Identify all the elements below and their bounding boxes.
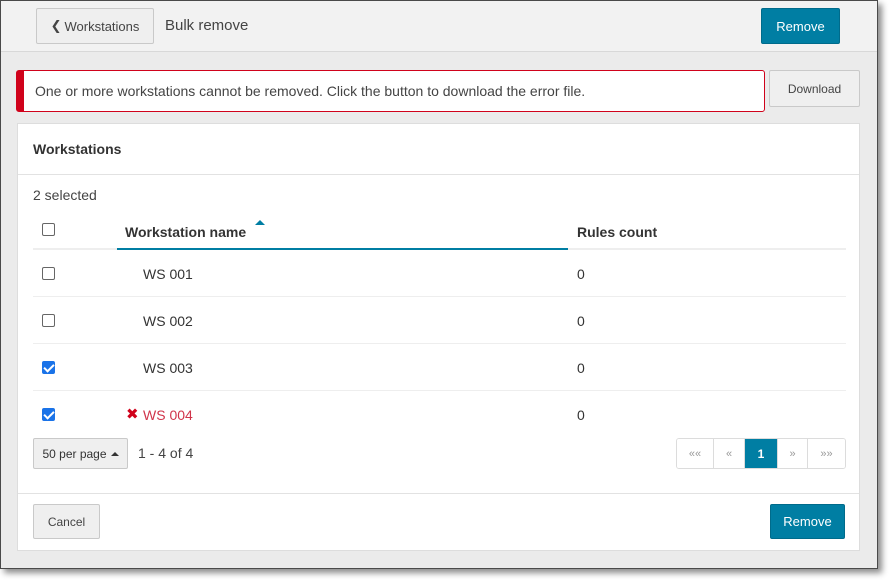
chevron-left-icon: ❮ [50,18,62,33]
pagination: «« « 1 » »» [676,438,846,469]
table-row: WS 003 0 [33,344,846,391]
row-checkbox[interactable] [42,314,55,327]
remove-button-top[interactable]: Remove [761,8,840,44]
last-page-button[interactable]: »» [808,439,845,468]
row-checkbox[interactable] [42,408,55,421]
error-alert: One or more workstations cannot be remov… [16,70,765,112]
page-title: Bulk remove [165,17,249,34]
table-row: ✖ WS 004 0 [33,391,846,438]
panel-title: Workstations [18,124,859,175]
column-header-label: Workstation name [125,224,247,240]
download-button[interactable]: Download [769,70,860,107]
selected-count: 2 selected [33,187,97,203]
next-page-button[interactable]: » [778,439,808,468]
select-all-checkbox[interactable] [42,223,55,236]
workstations-panel: Workstations 2 selected Workstation name… [17,123,860,551]
column-header-rules-count[interactable]: Rules count [577,224,657,240]
row-checkbox[interactable] [42,361,55,374]
workstations-table: Workstation name Rules count WS 001 0 WS… [33,210,846,438]
rules-count: 0 [577,360,585,376]
error-alert-message: One or more workstations cannot be remov… [35,83,586,99]
panel-footer: Cancel Remove [18,493,859,550]
back-button-label: Workstations [64,18,140,34]
table-header: Workstation name Rules count [33,210,846,250]
app-window: ❮ Workstations Bulk remove Remove One or… [0,0,878,569]
column-header-workstation-name[interactable]: Workstation name [117,210,568,250]
workstation-name: WS 001 [143,266,193,282]
pagination-range: 1 - 4 of 4 [138,445,194,461]
table-row: WS 001 0 [33,250,846,297]
per-page-dropdown[interactable]: 50 per page [33,438,128,469]
workstation-name: WS 004 [143,407,193,423]
first-page-button[interactable]: «« [677,439,714,468]
rules-count: 0 [577,313,585,329]
workstation-name: WS 002 [143,313,193,329]
remove-button-bottom[interactable]: Remove [770,504,845,539]
per-page-label: 50 per page [42,446,107,461]
back-to-workstations-button[interactable]: ❮ Workstations [36,8,154,44]
error-x-icon: ✖ [126,406,139,423]
row-checkbox[interactable] [42,267,55,280]
cancel-button[interactable]: Cancel [33,504,100,539]
top-bar: ❮ Workstations Bulk remove Remove [1,1,877,52]
page-1-button[interactable]: 1 [745,439,778,468]
rules-count: 0 [577,266,585,282]
rules-count: 0 [577,407,585,423]
previous-page-button[interactable]: « [714,439,745,468]
workstation-name: WS 003 [143,360,193,376]
sort-ascending-icon [255,220,265,225]
table-row: WS 002 0 [33,297,846,344]
caret-up-icon [110,451,119,456]
